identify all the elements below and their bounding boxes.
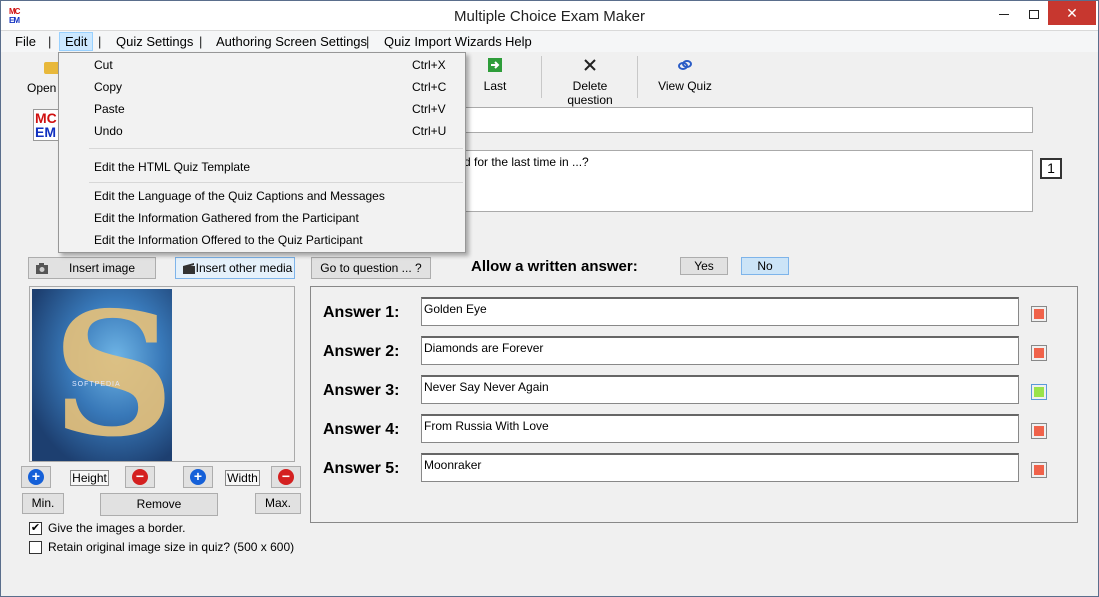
image-preview-panel: S SOFTPEDIA [29,286,295,462]
quiz-image: S SOFTPEDIA [32,289,172,461]
answer-correct-toggle[interactable] [1031,306,1047,322]
plus-icon: + [28,469,44,485]
link-icon [655,57,715,79]
answer-correct-toggle[interactable] [1031,423,1047,439]
remove-image-button[interactable]: Remove [100,493,218,516]
question-number: 1 [1040,158,1062,179]
menu-item-copy[interactable]: Copy Ctrl+C [60,76,464,98]
menu-edit[interactable]: Edit [59,32,94,51]
menu-item-info-gathered[interactable]: Edit the Information Gathered from the P… [60,207,464,229]
insert-image-button[interactable]: Insert image [28,257,156,279]
answer-input[interactable]: Golden Eye [421,297,1019,326]
answers-panel: Answer 1: Golden Eye Answer 2: Diamonds … [310,286,1078,523]
answer-input[interactable]: Never Say Never Again [421,375,1019,404]
image-watermark: SOFTPEDIA [72,381,121,388]
camera-icon [35,261,51,281]
width-increase-button[interactable]: + [183,466,213,488]
app-window: MC EM Multiple Choice Exam Maker ✕ File … [0,0,1099,597]
menu-file[interactable]: File [10,32,41,51]
window-title: Multiple Choice Exam Maker [454,8,645,25]
menu-item-info-offered[interactable]: Edit the Information Offered to the Quiz… [60,229,464,251]
menu-authoring-screen-settings[interactable]: Authoring Screen Settings [211,32,372,51]
height-decrease-button[interactable]: − [125,466,155,488]
minimize-button[interactable] [989,1,1019,25]
menu-separator: | [366,34,370,49]
title-bar: MC EM Multiple Choice Exam Maker ✕ [1,1,1098,31]
correct-marker [1034,387,1044,397]
width-decrease-button[interactable]: − [271,466,301,488]
max-size-button[interactable]: Max. [255,493,301,514]
menu-quiz-settings[interactable]: Quiz Settings [111,32,198,51]
menu-separator: | [48,34,52,49]
menu-item-undo[interactable]: Undo Ctrl+U [60,120,464,142]
height-increase-button[interactable]: + [21,466,51,488]
answer-correct-toggle[interactable] [1031,384,1047,400]
edit-menu-dropdown: Cut Ctrl+X Copy Ctrl+C Paste Ctrl+V Undo Ctr… [58,52,466,253]
width-label: Width [225,470,260,486]
last-button[interactable]: Last [475,57,515,99]
answer-input[interactable]: From Russia With Love [421,414,1019,443]
answer-input[interactable]: Moonraker [421,453,1019,482]
plus-icon: + [190,469,206,485]
answer-correct-toggle[interactable] [1031,345,1047,361]
menu-item-html-template[interactable]: Edit the HTML Quiz Template [60,156,464,178]
menu-item-paste[interactable]: Paste Ctrl+V [60,98,464,120]
answer-label: Answer 5: [323,460,400,477]
answer-label: Answer 3: [323,382,400,399]
menu-help[interactable]: Help [500,32,537,51]
incorrect-marker [1034,465,1044,475]
retain-size-checkbox[interactable] [29,541,42,554]
incorrect-marker [1034,426,1044,436]
film-icon [182,261,196,281]
question-textarea[interactable]: d for the last time in ...? [461,150,1033,212]
minus-icon: − [278,469,294,485]
view-quiz-button[interactable]: View Quiz [655,57,715,99]
menu-separator: | [98,34,102,49]
close-icon: ✕ [1066,5,1078,21]
maximize-button[interactable] [1019,1,1049,25]
image-letter: S [52,289,172,461]
delete-question-button[interactable]: Delete question [549,57,631,107]
close-button[interactable]: ✕ [1048,1,1096,25]
maximize-icon [1029,9,1039,19]
last-icon [475,57,515,79]
answer-label: Answer 1: [323,304,400,321]
menu-bar: File | Edit | Quiz Settings | Authoring … [1,31,1098,52]
menu-item-language[interactable]: Edit the Language of the Quiz Captions a… [60,185,464,207]
menu-separator: | [199,34,203,49]
image-border-checkbox[interactable]: ✔ [29,522,42,535]
incorrect-marker [1034,309,1044,319]
minus-icon: − [132,469,148,485]
height-label: Height [70,470,109,486]
toolbar-separator [637,56,638,98]
no-button[interactable]: No [741,257,789,275]
go-to-question-button[interactable]: Go to question ... ? [311,257,431,279]
insert-media-button[interactable]: Insert other media [175,257,295,279]
minimize-icon [999,13,1009,15]
menu-divider [89,148,463,149]
allow-written-answer-label: Allow a written answer: [471,258,638,275]
x-icon [549,57,631,79]
menu-divider [89,182,463,183]
toolbar-separator [541,56,542,98]
menu-quiz-import-wizards[interactable]: Quiz Import Wizards [379,32,507,51]
min-size-button[interactable]: Min. [22,493,64,514]
answer-label: Answer 4: [323,421,400,438]
answer-label: Answer 2: [323,343,400,360]
answer-input[interactable]: Diamonds are Forever [421,336,1019,365]
yes-button[interactable]: Yes [680,257,728,275]
quiz-title-input[interactable] [461,107,1033,133]
answer-correct-toggle[interactable] [1031,462,1047,478]
incorrect-marker [1034,348,1044,358]
menu-item-cut[interactable]: Cut Ctrl+X [60,54,464,76]
